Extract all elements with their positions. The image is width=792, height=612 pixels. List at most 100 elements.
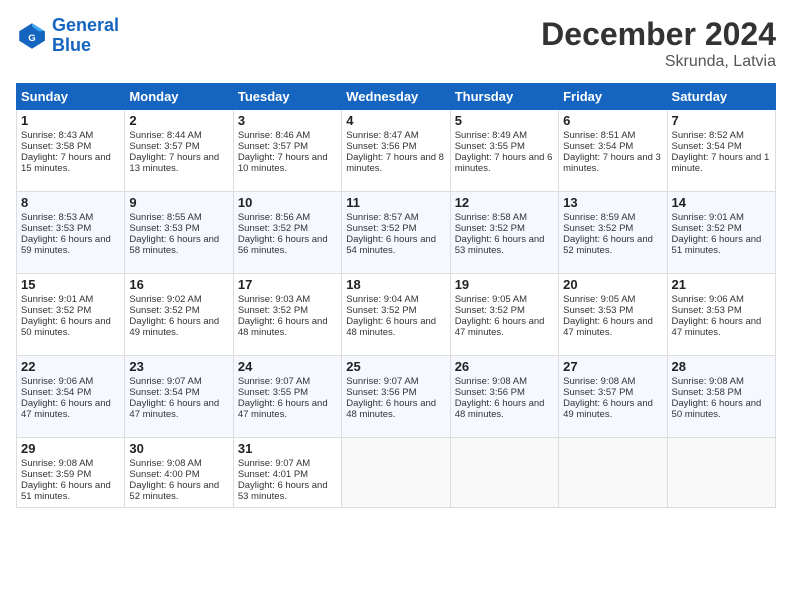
- calendar-cell: 23 Sunrise: 9:07 AM Sunset: 3:54 PM Dayl…: [125, 356, 233, 438]
- calendar-cell: 26 Sunrise: 9:08 AM Sunset: 3:56 PM Dayl…: [450, 356, 558, 438]
- sunrise-label: Sunrise: 9:06 AM: [672, 294, 744, 305]
- daylight-label: Daylight: 6 hours and 47 minutes.: [21, 398, 111, 420]
- calendar-cell: [559, 438, 667, 508]
- daylight-label: Daylight: 6 hours and 48 minutes.: [455, 398, 545, 420]
- daylight-label: Daylight: 6 hours and 47 minutes.: [672, 316, 762, 338]
- daylight-label: Daylight: 7 hours and 15 minutes.: [21, 152, 111, 174]
- day-number: 26: [455, 359, 554, 374]
- sunrise-label: Sunrise: 8:57 AM: [346, 212, 418, 223]
- sunrise-label: Sunrise: 8:55 AM: [129, 212, 201, 223]
- calendar-cell: 8 Sunrise: 8:53 AM Sunset: 3:53 PM Dayli…: [17, 192, 125, 274]
- sunrise-label: Sunrise: 9:03 AM: [238, 294, 310, 305]
- day-number: 10: [238, 195, 337, 210]
- sunrise-label: Sunrise: 9:05 AM: [455, 294, 527, 305]
- calendar-cell: 29 Sunrise: 9:08 AM Sunset: 3:59 PM Dayl…: [17, 438, 125, 508]
- day-number: 23: [129, 359, 228, 374]
- day-number: 22: [21, 359, 120, 374]
- daylight-label: Daylight: 6 hours and 56 minutes.: [238, 234, 328, 256]
- sunset-label: Sunset: 3:56 PM: [346, 141, 416, 152]
- header: G General Blue December 2024 Skrunda, La…: [16, 16, 776, 71]
- calendar-week-row: 15 Sunrise: 9:01 AM Sunset: 3:52 PM Dayl…: [17, 274, 776, 356]
- sunrise-label: Sunrise: 8:56 AM: [238, 212, 310, 223]
- daylight-label: Daylight: 6 hours and 59 minutes.: [21, 234, 111, 256]
- weekday-header: Tuesday: [233, 84, 341, 110]
- sunset-label: Sunset: 3:54 PM: [129, 387, 199, 398]
- day-number: 25: [346, 359, 445, 374]
- daylight-label: Daylight: 6 hours and 49 minutes.: [129, 316, 219, 338]
- sunset-label: Sunset: 3:52 PM: [346, 223, 416, 234]
- daylight-label: Daylight: 7 hours and 6 minutes.: [455, 152, 553, 174]
- calendar-cell: 20 Sunrise: 9:05 AM Sunset: 3:53 PM Dayl…: [559, 274, 667, 356]
- sunset-label: Sunset: 3:52 PM: [455, 223, 525, 234]
- calendar-cell: 6 Sunrise: 8:51 AM Sunset: 3:54 PM Dayli…: [559, 110, 667, 192]
- day-number: 6: [563, 113, 662, 128]
- page: G General Blue December 2024 Skrunda, La…: [0, 0, 792, 612]
- calendar-cell: 22 Sunrise: 9:06 AM Sunset: 3:54 PM Dayl…: [17, 356, 125, 438]
- sunrise-label: Sunrise: 8:52 AM: [672, 130, 744, 141]
- sunset-label: Sunset: 4:01 PM: [238, 469, 308, 480]
- sunrise-label: Sunrise: 9:06 AM: [21, 376, 93, 387]
- day-number: 8: [21, 195, 120, 210]
- sunset-label: Sunset: 3:52 PM: [21, 305, 91, 316]
- daylight-label: Daylight: 6 hours and 52 minutes.: [563, 234, 653, 256]
- day-number: 14: [672, 195, 771, 210]
- sunset-label: Sunset: 3:55 PM: [238, 387, 308, 398]
- day-number: 3: [238, 113, 337, 128]
- daylight-label: Daylight: 6 hours and 50 minutes.: [21, 316, 111, 338]
- daylight-label: Daylight: 6 hours and 53 minutes.: [238, 480, 328, 502]
- sunset-label: Sunset: 3:52 PM: [455, 305, 525, 316]
- logo-icon: G: [16, 20, 48, 52]
- calendar-cell: 9 Sunrise: 8:55 AM Sunset: 3:53 PM Dayli…: [125, 192, 233, 274]
- calendar-week-row: 29 Sunrise: 9:08 AM Sunset: 3:59 PM Dayl…: [17, 438, 776, 508]
- title-block: December 2024 Skrunda, Latvia: [541, 16, 776, 71]
- calendar-cell: 25 Sunrise: 9:07 AM Sunset: 3:56 PM Dayl…: [342, 356, 450, 438]
- sunrise-label: Sunrise: 9:01 AM: [672, 212, 744, 223]
- svg-text:G: G: [28, 33, 35, 44]
- sunset-label: Sunset: 3:53 PM: [563, 305, 633, 316]
- sunrise-label: Sunrise: 9:07 AM: [346, 376, 418, 387]
- calendar-cell: 16 Sunrise: 9:02 AM Sunset: 3:52 PM Dayl…: [125, 274, 233, 356]
- day-number: 28: [672, 359, 771, 374]
- calendar-cell: 1 Sunrise: 8:43 AM Sunset: 3:58 PM Dayli…: [17, 110, 125, 192]
- calendar-cell: 30 Sunrise: 9:08 AM Sunset: 4:00 PM Dayl…: [125, 438, 233, 508]
- sunset-label: Sunset: 3:54 PM: [21, 387, 91, 398]
- day-number: 17: [238, 277, 337, 292]
- calendar-week-row: 8 Sunrise: 8:53 AM Sunset: 3:53 PM Dayli…: [17, 192, 776, 274]
- sunrise-label: Sunrise: 9:08 AM: [563, 376, 635, 387]
- calendar-cell: 17 Sunrise: 9:03 AM Sunset: 3:52 PM Dayl…: [233, 274, 341, 356]
- day-number: 15: [21, 277, 120, 292]
- calendar: SundayMondayTuesdayWednesdayThursdayFrid…: [16, 83, 776, 508]
- sunrise-label: Sunrise: 8:59 AM: [563, 212, 635, 223]
- sunset-label: Sunset: 3:54 PM: [563, 141, 633, 152]
- calendar-cell: 5 Sunrise: 8:49 AM Sunset: 3:55 PM Dayli…: [450, 110, 558, 192]
- daylight-label: Daylight: 6 hours and 51 minutes.: [672, 234, 762, 256]
- calendar-cell: 10 Sunrise: 8:56 AM Sunset: 3:52 PM Dayl…: [233, 192, 341, 274]
- sunset-label: Sunset: 3:58 PM: [672, 387, 742, 398]
- sunset-label: Sunset: 3:52 PM: [129, 305, 199, 316]
- sunrise-label: Sunrise: 8:46 AM: [238, 130, 310, 141]
- sunset-label: Sunset: 3:54 PM: [672, 141, 742, 152]
- sunset-label: Sunset: 3:58 PM: [21, 141, 91, 152]
- calendar-cell: 4 Sunrise: 8:47 AM Sunset: 3:56 PM Dayli…: [342, 110, 450, 192]
- day-number: 30: [129, 441, 228, 456]
- day-number: 31: [238, 441, 337, 456]
- weekday-header: Thursday: [450, 84, 558, 110]
- calendar-cell: [450, 438, 558, 508]
- calendar-cell: 12 Sunrise: 8:58 AM Sunset: 3:52 PM Dayl…: [450, 192, 558, 274]
- calendar-cell: 7 Sunrise: 8:52 AM Sunset: 3:54 PM Dayli…: [667, 110, 775, 192]
- calendar-cell: 27 Sunrise: 9:08 AM Sunset: 3:57 PM Dayl…: [559, 356, 667, 438]
- day-number: 16: [129, 277, 228, 292]
- daylight-label: Daylight: 7 hours and 13 minutes.: [129, 152, 219, 174]
- day-number: 7: [672, 113, 771, 128]
- sunset-label: Sunset: 3:57 PM: [563, 387, 633, 398]
- calendar-cell: 14 Sunrise: 9:01 AM Sunset: 3:52 PM Dayl…: [667, 192, 775, 274]
- calendar-cell: 13 Sunrise: 8:59 AM Sunset: 3:52 PM Dayl…: [559, 192, 667, 274]
- sunrise-label: Sunrise: 9:08 AM: [672, 376, 744, 387]
- day-number: 4: [346, 113, 445, 128]
- daylight-label: Daylight: 6 hours and 54 minutes.: [346, 234, 436, 256]
- sunrise-label: Sunrise: 8:47 AM: [346, 130, 418, 141]
- sunrise-label: Sunrise: 9:01 AM: [21, 294, 93, 305]
- sunrise-label: Sunrise: 9:08 AM: [455, 376, 527, 387]
- daylight-label: Daylight: 6 hours and 48 minutes.: [346, 316, 436, 338]
- sunrise-label: Sunrise: 9:07 AM: [129, 376, 201, 387]
